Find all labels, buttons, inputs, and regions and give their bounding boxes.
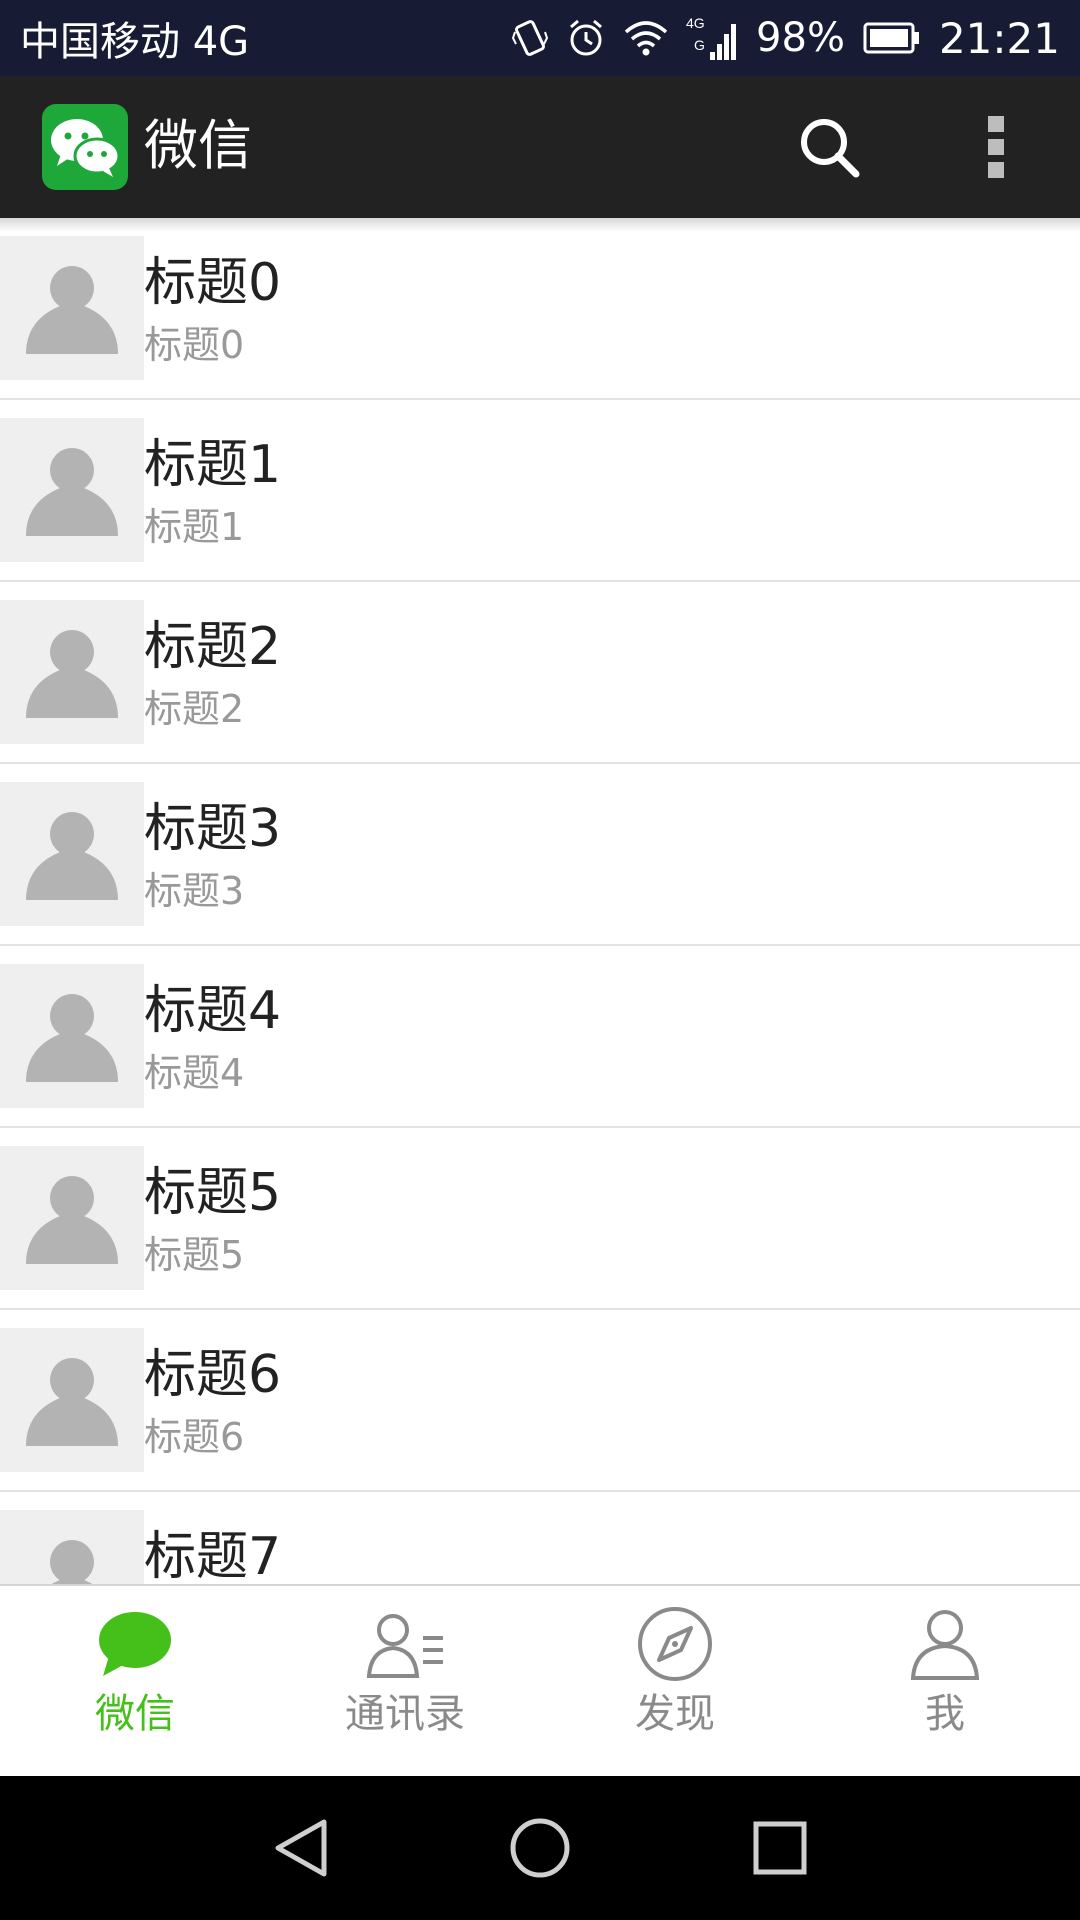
tab-chats[interactable]: 微信 [0, 1586, 270, 1776]
tab-discover[interactable]: 发现 [540, 1586, 810, 1776]
person-icon [910, 1610, 980, 1680]
contacts-icon [366, 1614, 443, 1678]
svg-text:4G: 4G [686, 15, 705, 31]
chat-bubble-icon [99, 1612, 171, 1676]
list-item[interactable]: 标题4 标题4 [0, 946, 1080, 1128]
action-bar-shadow [0, 218, 1080, 232]
item-subtitle: 标题5 [144, 1233, 245, 1277]
item-title: 标题7 [144, 1527, 282, 1584]
home-icon[interactable] [504, 1812, 576, 1884]
signal-4g-icon: 4G G [686, 15, 737, 60]
avatar [0, 964, 144, 1108]
list-item[interactable]: 标题2 标题2 [0, 582, 1080, 764]
avatar [0, 1328, 144, 1472]
item-subtitle: 标题3 [144, 869, 245, 913]
wechat-logo-icon[interactable] [42, 104, 128, 190]
avatar [0, 236, 144, 380]
tab-me[interactable]: 我 [810, 1586, 1080, 1776]
wifi-icon [624, 21, 668, 56]
list-item[interactable]: 标题3 标题3 [0, 764, 1080, 946]
item-title: 标题0 [144, 253, 282, 313]
list-item[interactable]: 标题7 [0, 1492, 1080, 1584]
tab-label: 我 [925, 1691, 965, 1737]
list-item[interactable]: 标题1 标题1 [0, 400, 1080, 582]
avatar [0, 600, 144, 744]
action-bar: 微信 [0, 76, 1080, 218]
tab-label: 微信 [95, 1691, 175, 1737]
list-item[interactable]: 标题5 标题5 [0, 1128, 1080, 1310]
status-bar: 中国移动 4G 4G G 98% 21:21 [0, 0, 1080, 76]
battery-icon [863, 22, 919, 54]
search-icon[interactable] [796, 114, 862, 180]
app-title: 微信 [144, 114, 252, 177]
vibrate-icon [512, 20, 549, 56]
item-title: 标题1 [144, 435, 282, 495]
compass-icon [638, 1607, 712, 1681]
avatar [0, 418, 144, 562]
item-title: 标题4 [144, 981, 282, 1041]
item-subtitle: 标题6 [144, 1415, 245, 1459]
item-title: 标题6 [144, 1345, 282, 1405]
item-title: 标题3 [144, 799, 282, 859]
item-title: 标题5 [144, 1163, 282, 1223]
avatar [0, 782, 144, 926]
avatar [0, 1146, 144, 1290]
item-subtitle: 标题2 [144, 687, 245, 731]
item-subtitle: 标题0 [144, 323, 245, 367]
svg-text:G: G [694, 37, 705, 53]
alarm-icon [570, 19, 603, 56]
tab-contacts[interactable]: 通讯录 [270, 1586, 540, 1776]
back-icon[interactable] [264, 1812, 336, 1884]
item-subtitle: 标题4 [144, 1051, 245, 1095]
tab-label: 通讯录 [345, 1691, 465, 1737]
system-nav-bar [0, 1776, 1080, 1920]
avatar [0, 1510, 144, 1584]
battery-percent: 98% [756, 15, 845, 61]
bottom-tab-bar: 微信 通讯录 发现 我 [0, 1584, 1080, 1776]
clock: 21:21 [938, 13, 1060, 63]
message-list[interactable]: 标题0 标题0 标题1 标题1 标题2 标题2 标题3 标题3 标题4 标题4 … [0, 218, 1080, 1584]
item-title: 标题2 [144, 617, 282, 677]
recents-icon[interactable] [744, 1812, 816, 1884]
list-item[interactable]: 标题0 标题0 [0, 218, 1080, 400]
carrier-label: 中国移动 4G [20, 19, 250, 65]
item-subtitle: 标题1 [144, 505, 245, 549]
list-item[interactable]: 标题6 标题6 [0, 1310, 1080, 1492]
status-icons: 4G G 98% 21:21 [512, 14, 1060, 63]
tab-label: 发现 [635, 1691, 715, 1737]
overflow-menu-icon[interactable] [980, 112, 1012, 182]
